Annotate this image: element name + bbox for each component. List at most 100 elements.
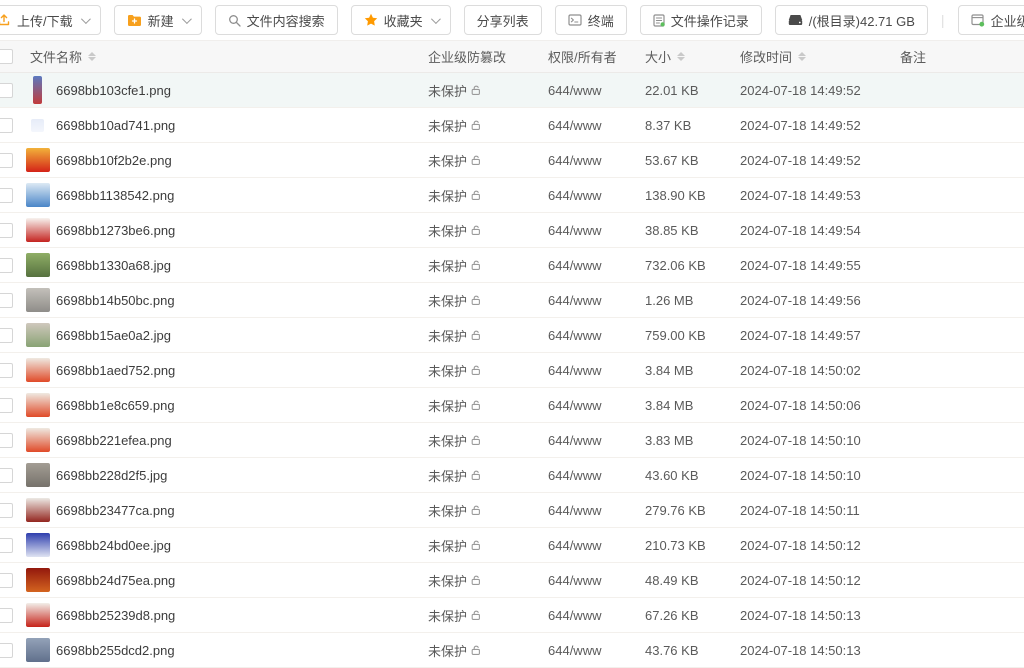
share-list-button[interactable]: 分享列表: [464, 5, 542, 35]
file-modified-time: 2024-07-18 14:50:11: [740, 503, 900, 518]
select-all-checkbox[interactable]: [0, 49, 13, 64]
tamper-protection-status[interactable]: 未保护: [428, 116, 548, 135]
sort-filename-control[interactable]: [88, 52, 96, 61]
tamper-protection-status[interactable]: 未保护: [428, 361, 548, 380]
file-permissions-owner: 644/www: [548, 153, 645, 168]
file-name[interactable]: 6698bb25239d8.png: [56, 608, 428, 623]
row-checkbox-cell: [0, 258, 26, 273]
table-row[interactable]: 6698bb255dcd2.png未保护644/www43.76 KB2024-…: [0, 633, 1024, 668]
file-size: 22.01 KB: [645, 83, 740, 98]
table-row[interactable]: 6698bb25239d8.png未保护644/www67.26 KB2024-…: [0, 598, 1024, 633]
table-row[interactable]: 6698bb221efea.png未保护644/www3.83 MB2024-0…: [0, 423, 1024, 458]
tamper-protection-status[interactable]: 未保护: [428, 186, 548, 205]
content-search-button[interactable]: 文件内容搜索: [215, 5, 338, 35]
toolbar-button-label: 收藏夹: [384, 11, 423, 30]
row-checkbox[interactable]: [0, 503, 13, 518]
table-row[interactable]: 6698bb1aed752.png未保护644/www3.84 MB2024-0…: [0, 353, 1024, 388]
file-name[interactable]: 6698bb1e8c659.png: [56, 398, 428, 413]
sort-size-control[interactable]: [677, 52, 685, 61]
tamper-protection-status[interactable]: 未保护: [428, 396, 548, 415]
table-row[interactable]: 6698bb1273be6.png未保护644/www38.85 KB2024-…: [0, 213, 1024, 248]
favorites-button[interactable]: 收藏夹: [351, 5, 451, 35]
row-checkbox[interactable]: [0, 468, 13, 483]
file-name[interactable]: 6698bb103cfe1.png: [56, 83, 428, 98]
row-checkbox-cell: [0, 433, 26, 448]
protection-status-text: 未保护: [428, 466, 467, 485]
row-checkbox[interactable]: [0, 328, 13, 343]
file-name[interactable]: 6698bb24d75ea.png: [56, 573, 428, 588]
file-name[interactable]: 6698bb221efea.png: [56, 433, 428, 448]
table-row[interactable]: 6698bb24bd0ee.jpg未保护644/www210.73 KB2024…: [0, 528, 1024, 563]
table-row[interactable]: 6698bb14b50bc.png未保护644/www1.26 MB2024-0…: [0, 283, 1024, 318]
row-checkbox[interactable]: [0, 258, 13, 273]
row-checkbox[interactable]: [0, 538, 13, 553]
file-name[interactable]: 6698bb1aed752.png: [56, 363, 428, 378]
table-row[interactable]: 6698bb103cfe1.png未保护644/www22.01 KB2024-…: [0, 73, 1024, 108]
row-checkbox[interactable]: [0, 83, 13, 98]
tamper-protection-status[interactable]: 未保护: [428, 291, 548, 310]
tamper-protection-status[interactable]: 未保护: [428, 256, 548, 275]
tamper-protection-status[interactable]: 未保护: [428, 571, 548, 590]
row-checkbox-cell: [0, 118, 26, 133]
row-checkbox[interactable]: [0, 293, 13, 308]
table-row[interactable]: 6698bb15ae0a2.jpg未保护644/www759.00 KB2024…: [0, 318, 1024, 353]
row-checkbox[interactable]: [0, 573, 13, 588]
table-row[interactable]: 6698bb24d75ea.png未保护644/www48.49 KB2024-…: [0, 563, 1024, 598]
tamper-protection-status[interactable]: 未保护: [428, 221, 548, 240]
file-name[interactable]: 6698bb1273be6.png: [56, 223, 428, 238]
unlock-icon: [470, 434, 482, 446]
file-name[interactable]: 6698bb1330a68.jpg: [56, 258, 428, 273]
file-thumbnail: [26, 393, 50, 417]
tamper-protection-button[interactable]: 企业级防篡改: [958, 5, 1024, 35]
table-row[interactable]: 6698bb23477ca.png未保护644/www279.76 KB2024…: [0, 493, 1024, 528]
row-checkbox[interactable]: [0, 608, 13, 623]
tamper-protection-status[interactable]: 未保护: [428, 81, 548, 100]
new-button[interactable]: 新建: [114, 5, 202, 35]
table-row[interactable]: 6698bb228d2f5.jpg未保护644/www43.60 KB2024-…: [0, 458, 1024, 493]
file-name[interactable]: 6698bb15ae0a2.jpg: [56, 328, 428, 343]
file-modified-time: 2024-07-18 14:49:55: [740, 258, 900, 273]
table-row[interactable]: 6698bb1330a68.jpg未保护644/www732.06 KB2024…: [0, 248, 1024, 283]
file-permissions-owner: 644/www: [548, 468, 645, 483]
row-checkbox[interactable]: [0, 223, 13, 238]
tamper-protection-status[interactable]: 未保护: [428, 431, 548, 450]
header-checkbox-cell: [0, 49, 26, 64]
terminal-button[interactable]: 终端: [555, 5, 627, 35]
file-size: 279.76 KB: [645, 503, 740, 518]
table-row[interactable]: 6698bb1e8c659.png未保护644/www3.84 MB2024-0…: [0, 388, 1024, 423]
table-row[interactable]: 6698bb1138542.png未保护644/www138.90 KB2024…: [0, 178, 1024, 213]
row-checkbox[interactable]: [0, 643, 13, 658]
file-name[interactable]: 6698bb14b50bc.png: [56, 293, 428, 308]
row-checkbox[interactable]: [0, 188, 13, 203]
row-checkbox[interactable]: [0, 398, 13, 413]
file-name[interactable]: 6698bb10f2b2e.png: [56, 153, 428, 168]
row-checkbox[interactable]: [0, 433, 13, 448]
protection-status-text: 未保护: [428, 361, 467, 380]
row-checkbox-cell: [0, 223, 26, 238]
row-checkbox[interactable]: [0, 363, 13, 378]
tamper-protection-status[interactable]: 未保护: [428, 641, 548, 660]
table-row[interactable]: 6698bb10ad741.png未保护644/www8.37 KB2024-0…: [0, 108, 1024, 143]
sort-mtime-control[interactable]: [798, 52, 806, 61]
file-name[interactable]: 6698bb1138542.png: [56, 188, 428, 203]
tamper-protection-status[interactable]: 未保护: [428, 326, 548, 345]
file-name[interactable]: 6698bb23477ca.png: [56, 503, 428, 518]
tamper-protection-status[interactable]: 未保护: [428, 466, 548, 485]
file-modified-time: 2024-07-18 14:49:54: [740, 223, 900, 238]
file-operations-log-button[interactable]: 文件操作记录: [640, 5, 762, 35]
file-size: 138.90 KB: [645, 188, 740, 203]
file-name[interactable]: 6698bb255dcd2.png: [56, 643, 428, 658]
tamper-protection-status[interactable]: 未保护: [428, 501, 548, 520]
upload-download-button[interactable]: 上传/下载: [0, 5, 101, 35]
file-thumbnail: [26, 218, 50, 242]
file-name[interactable]: 6698bb24bd0ee.jpg: [56, 538, 428, 553]
file-name[interactable]: 6698bb10ad741.png: [56, 118, 428, 133]
tamper-protection-status[interactable]: 未保护: [428, 151, 548, 170]
row-checkbox[interactable]: [0, 118, 13, 133]
row-checkbox[interactable]: [0, 153, 13, 168]
root-disk-button[interactable]: /(根目录)42.71 GB: [775, 5, 928, 35]
tamper-protection-status[interactable]: 未保护: [428, 606, 548, 625]
tamper-protection-status[interactable]: 未保护: [428, 536, 548, 555]
file-name[interactable]: 6698bb228d2f5.jpg: [56, 468, 428, 483]
table-row[interactable]: 6698bb10f2b2e.png未保护644/www53.67 KB2024-…: [0, 143, 1024, 178]
